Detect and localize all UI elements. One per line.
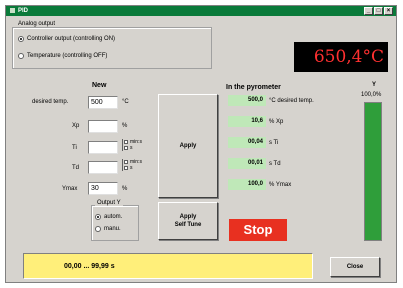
apply-self-tune-button[interactable]: Apply Self Tune — [158, 202, 218, 240]
radio-autom[interactable]: autom. — [95, 214, 122, 220]
ti-input[interactable] — [88, 141, 118, 154]
apply-self-tune-line1: Apply — [179, 214, 197, 220]
new-header: New — [92, 82, 107, 89]
td-label: Td — [72, 165, 80, 171]
window-title: PID — [18, 8, 29, 14]
pyro-td-unit: s Td — [269, 161, 281, 167]
y-bar-value: 100,0% — [361, 92, 382, 98]
pyro-xp-value: 10,6 — [228, 116, 266, 127]
pyro-td-value: 00,01 — [228, 158, 266, 169]
ti-label: Ti — [72, 145, 77, 151]
output-y-title: Output Y — [95, 200, 123, 206]
title-bar: PID _ □ × — [6, 6, 396, 16]
checkbox-icon — [124, 140, 128, 144]
y-bar-label: Y — [372, 82, 377, 88]
radio-unselected-icon — [95, 226, 101, 232]
checkbox-icon — [124, 160, 128, 164]
radio-manu-label: manu. — [104, 226, 121, 232]
radio-selected-icon — [18, 36, 24, 42]
ti-unit-toggle[interactable]: min:s s — [122, 139, 142, 151]
radio-selected-icon — [95, 214, 101, 220]
pyro-xp-unit: % Xp — [269, 119, 284, 125]
radio-temperature-label: Temperature (controlling OFF) — [27, 53, 108, 59]
temperature-display: 650,4°C — [294, 42, 388, 72]
xp-unit: % — [122, 123, 128, 129]
analog-output-group — [12, 27, 212, 69]
pyro-desired-temp-value: 500,0 — [228, 95, 266, 106]
pid-window: PID _ □ × Analog output Controller outpu… — [5, 5, 397, 283]
minimize-button[interactable]: _ — [364, 7, 373, 15]
close-window-button[interactable]: × — [384, 7, 393, 15]
td-input[interactable] — [88, 161, 118, 174]
pyro-ti-unit: s Ti — [269, 140, 279, 146]
radio-temperature[interactable]: Temperature (controlling OFF) — [18, 53, 107, 59]
checkbox-icon — [124, 166, 128, 170]
radio-controller-output[interactable]: Controller output (controlling ON) — [18, 36, 115, 42]
checkbox-icon — [124, 146, 128, 150]
ymax-input[interactable]: 30 — [88, 182, 118, 195]
pyro-desired-temp-unit: °C desired temp. — [269, 98, 314, 104]
ymax-label: Ymax — [62, 186, 78, 192]
ti-unit-s: s — [130, 145, 133, 151]
stop-button[interactable]: Stop — [229, 219, 287, 241]
radio-controller-output-label: Controller output (controlling ON) — [27, 36, 116, 42]
y-bar-fill — [365, 103, 381, 240]
desired-temp-unit: °C — [122, 99, 129, 105]
apply-button[interactable]: Apply — [158, 94, 218, 198]
output-y-group — [91, 205, 139, 241]
xp-input[interactable] — [88, 120, 118, 133]
desired-temp-label: desired temp. — [32, 99, 69, 105]
radio-autom-label: autom. — [104, 214, 123, 220]
radio-manu[interactable]: manu. — [95, 226, 121, 232]
maximize-button[interactable]: □ — [374, 7, 383, 15]
pyro-ymax-unit: % Ymax — [269, 182, 292, 188]
xp-label: Xp — [72, 123, 80, 129]
pyro-ymax-value: 100,0 — [228, 179, 266, 190]
analog-output-title: Analog output — [16, 21, 58, 27]
apply-self-tune-line2: Self Tune — [174, 222, 202, 228]
y-bar-track — [364, 102, 382, 241]
close-button[interactable]: Close — [330, 257, 380, 277]
td-unit-toggle[interactable]: min:s s — [122, 159, 142, 171]
status-field: 00,00 ... 99,99 s — [23, 253, 313, 279]
ymax-unit: % — [122, 186, 128, 192]
pyrometer-header: In the pyrometer — [226, 84, 281, 91]
td-unit-s: s — [130, 165, 133, 171]
app-icon — [10, 7, 15, 13]
radio-unselected-icon — [18, 53, 24, 59]
pyro-ti-value: 00,04 — [228, 137, 266, 148]
desired-temp-input[interactable]: 500 — [88, 96, 118, 109]
